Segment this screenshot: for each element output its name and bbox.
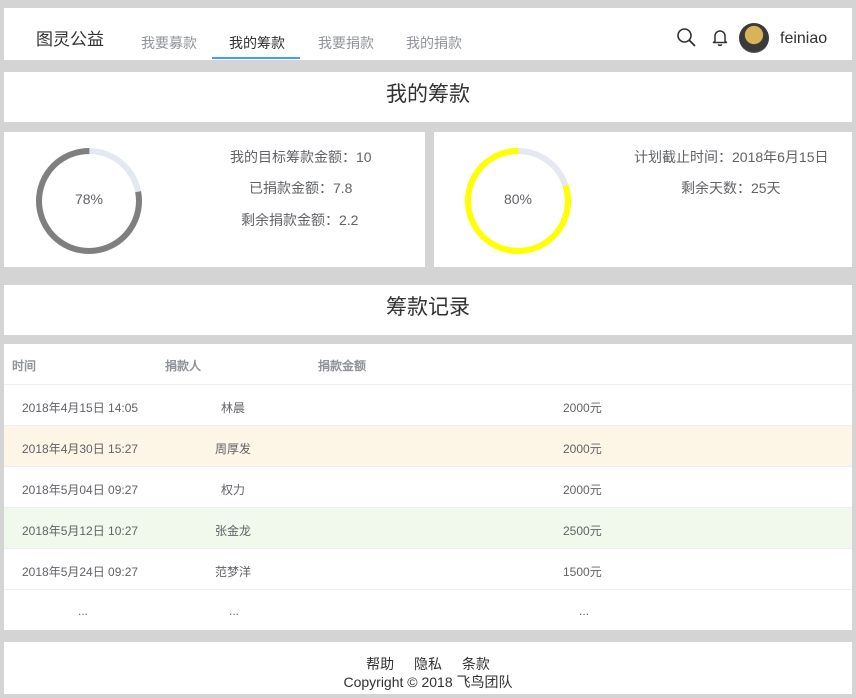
row-amount-cell: 2000元 bbox=[563, 483, 602, 497]
page-title: 我的筹款 bbox=[4, 72, 852, 122]
fundraising-progress-card: 78% 我的目标筹款金额：10 已捐款金额：7.8 剩余捐款金额：2.2 bbox=[4, 132, 425, 267]
active-tab-indicator bbox=[212, 57, 300, 59]
target-amount-text: 我的目标筹款金额：10 bbox=[230, 149, 372, 165]
row-donor-cell: 权力 bbox=[221, 483, 246, 497]
page-footer: 帮助 隐私 条款 Copyright © 2018 飞鸟团队 bbox=[4, 642, 852, 694]
time-progress-card: 80% 计划截止时间：2018年6月15日 剩余天数：25天 bbox=[434, 132, 852, 267]
username[interactable]: feiniao bbox=[780, 30, 827, 48]
records-title: 筹款记录 bbox=[4, 285, 852, 335]
table-row[interactable]: 2018年5月24日 09:27 范梦洋 1500元 bbox=[4, 548, 852, 589]
tab-start-fundraising[interactable]: 我要募款 bbox=[141, 33, 197, 53]
row-donor-cell: 林晨 bbox=[221, 401, 246, 415]
footer-link-terms[interactable]: 条款 bbox=[462, 656, 490, 672]
footer-link-help[interactable]: 帮助 bbox=[366, 656, 394, 672]
copyright-text: Copyright © 2018 飞鸟团队 bbox=[343, 674, 513, 690]
table-row[interactable]: 2018年5月04日 09:27 权力 2000元 bbox=[4, 466, 852, 507]
row-donor-cell: 周厚发 bbox=[215, 442, 252, 456]
row-amount-cell: 2500元 bbox=[563, 524, 602, 538]
raised-amount-text: 已捐款金额：7.8 bbox=[249, 180, 353, 196]
days-left-text: 剩余天数：25天 bbox=[681, 180, 781, 196]
column-header-amount[interactable]: 捐款金额 bbox=[318, 357, 366, 374]
row-time-cell: 2018年4月15日 14:05 bbox=[22, 401, 139, 415]
avatar[interactable] bbox=[739, 23, 769, 53]
row-time-cell: 2018年5月12日 10:27 bbox=[22, 524, 139, 538]
bell-icon[interactable] bbox=[710, 27, 730, 52]
table-row[interactable]: 2018年4月15日 14:05 林晨 2000元 bbox=[4, 384, 852, 425]
row-time-cell: 2018年4月30日 15:27 bbox=[22, 442, 139, 456]
donation-records-table: 时间 捐款人 捐款金额 2018年4月15日 14:05 林晨 2000元 2018年… bbox=[4, 344, 852, 630]
row-amount-cell: 2000元 bbox=[563, 442, 602, 456]
search-icon[interactable] bbox=[676, 27, 696, 52]
row-donor-cell: 张金龙 bbox=[215, 524, 252, 538]
table-row[interactable]: ......... bbox=[4, 589, 852, 630]
brand-logo-text[interactable]: 图灵公益 bbox=[36, 25, 104, 50]
row-amount-cell: 1500元 bbox=[563, 565, 602, 579]
column-header-donor[interactable]: 捐款人 bbox=[165, 357, 201, 374]
footer-link-privacy[interactable]: 隐私 bbox=[414, 656, 442, 672]
row-donor-cell: ... bbox=[229, 604, 240, 618]
top-navbar: 图灵公益 我要募款 我的筹款 我要捐款 我的捐款 feiniao bbox=[4, 8, 852, 60]
row-time-cell: 2018年5月24日 09:27 bbox=[22, 565, 139, 579]
table-row[interactable]: 2018年4月30日 15:27 周厚发 2000元 bbox=[4, 425, 852, 466]
tab-donate[interactable]: 我要捐款 bbox=[318, 33, 374, 53]
progress-percent-label: 78% bbox=[74, 191, 104, 207]
remaining-amount-text: 剩余捐款金额：2.2 bbox=[241, 212, 359, 228]
tab-my-fundraising[interactable]: 我的筹款 bbox=[229, 33, 285, 53]
row-amount-cell: ... bbox=[579, 604, 590, 618]
row-donor-cell: 范梦洋 bbox=[215, 565, 252, 579]
row-time-cell: ... bbox=[78, 604, 89, 618]
column-header-time[interactable]: 时间 bbox=[12, 357, 36, 374]
table-row[interactable]: 2018年5月12日 10:27 张金龙 2500元 bbox=[4, 507, 852, 548]
deadline-text: 计划截止时间：2018年6月15日 bbox=[634, 149, 829, 165]
tab-my-donations[interactable]: 我的捐款 bbox=[406, 33, 462, 53]
time-percent-label: 80% bbox=[503, 191, 533, 207]
row-time-cell: 2018年5月04日 09:27 bbox=[22, 483, 139, 497]
row-amount-cell: 2000元 bbox=[563, 401, 602, 415]
